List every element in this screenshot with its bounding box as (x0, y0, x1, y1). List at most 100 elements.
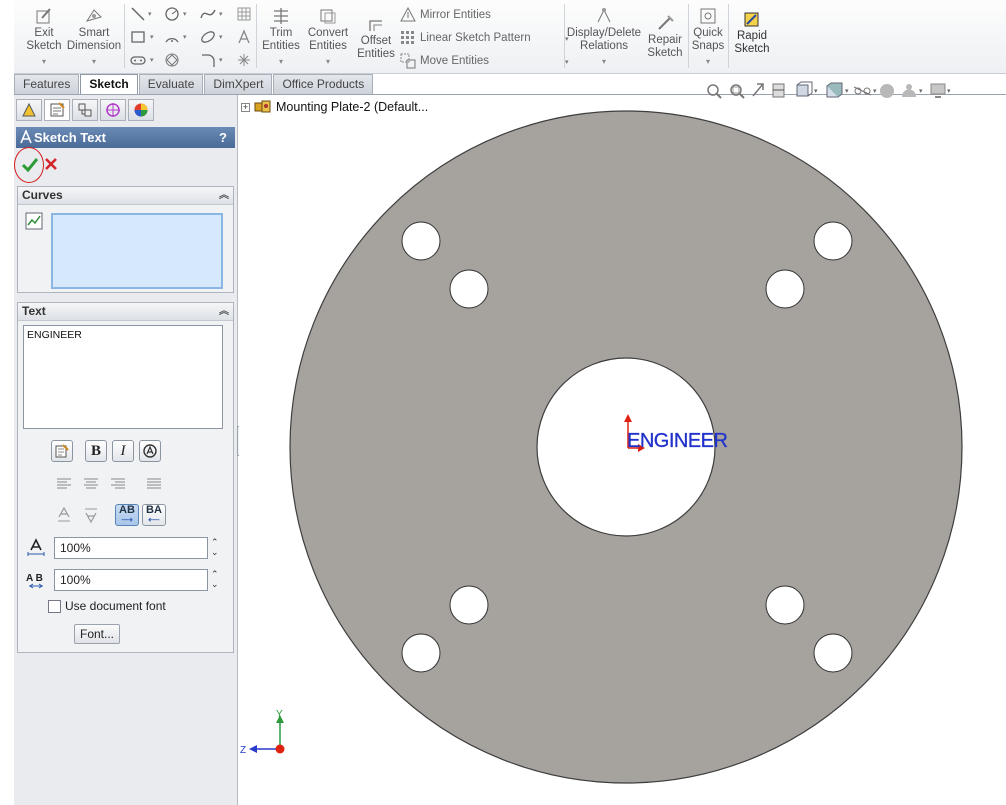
arc-tool-icon[interactable] (164, 29, 180, 45)
ribbon-separator (256, 4, 257, 68)
display-manager-tab[interactable] (128, 99, 154, 121)
move-entities-icon (400, 53, 416, 69)
move-entities-button[interactable]: Move Entities (400, 53, 489, 69)
view-settings-dropdown-icon[interactable]: ▾ (947, 88, 951, 95)
dimxpert-manager-tab[interactable] (100, 99, 126, 121)
flip-vertical-up-icon[interactable] (55, 506, 73, 524)
reference-triad: Y Z (240, 709, 285, 756)
graphics-area[interactable]: + Mounting Plate-2 (Default... ▾ ▾ ▾ ▾ ▾ (239, 81, 1006, 805)
align-center-icon[interactable] (83, 478, 99, 490)
grid-tool-icon[interactable] (236, 6, 252, 22)
convert-entities-button[interactable]: Convert Entities ▾ (304, 7, 352, 68)
rotate-button[interactable] (139, 440, 161, 462)
quick-snaps-label-2: Snaps (691, 40, 725, 52)
spacing-input[interactable]: 100% (54, 569, 208, 591)
ellipse-dropdown-icon[interactable]: ▾ (219, 33, 223, 41)
use-document-font-row[interactable]: Use document font (48, 599, 166, 613)
width-factor-spinner[interactable]: ⌃ ⌄ (211, 537, 219, 557)
smart-dimension-label-1: Smart (78, 27, 110, 39)
width-factor-input[interactable]: 100% (54, 537, 208, 559)
sketch-text-input[interactable]: ENGINEER (23, 325, 223, 429)
fillet-dropdown-icon[interactable]: ▾ (219, 56, 223, 64)
curves-group-header[interactable]: Curves ︽ (18, 187, 233, 205)
sketch-text-preview[interactable]: ENGINEER (627, 430, 728, 452)
cancel-x-icon[interactable] (44, 157, 58, 171)
tab-office-products[interactable]: Office Products (273, 74, 374, 94)
flip-reverse-label: BA (146, 504, 162, 516)
flip-horizontal-normal-button[interactable]: AB ⟶ (115, 504, 139, 526)
trim-entities-label-2: Entities (262, 40, 300, 52)
spline-dropdown-icon[interactable]: ▾ (219, 10, 223, 18)
configuration-manager-tab[interactable] (72, 99, 98, 121)
axis-z-label: Z (240, 745, 246, 756)
property-manager-tab[interactable] (44, 99, 70, 121)
linear-pattern-icon (401, 31, 414, 44)
view-orientation-icon[interactable] (796, 81, 813, 97)
exit-sketch-button[interactable]: Exit Sketch ▾ (22, 7, 66, 68)
hide-show-dropdown-icon[interactable]: ▾ (873, 88, 877, 95)
display-delete-relations-button[interactable]: Display/Delete Relations ▾ (566, 7, 642, 68)
spacing-spinner[interactable]: ⌃ ⌄ (211, 569, 219, 589)
rectangle-dropdown-icon[interactable]: ▾ (150, 33, 154, 41)
slot-tool-icon[interactable] (130, 52, 146, 68)
rapid-sketch-button[interactable]: Rapid Sketch (732, 10, 772, 56)
repair-sketch-label-2: Sketch (647, 47, 683, 59)
font-button[interactable]: Font... (74, 624, 120, 644)
flip-vertical-down-icon[interactable] (82, 506, 100, 524)
bold-button[interactable]: B (85, 440, 107, 462)
tab-dimxpert[interactable]: DimXpert (204, 74, 273, 94)
spline-tool-icon[interactable] (200, 6, 216, 22)
tab-evaluate[interactable]: Evaluate (138, 74, 204, 94)
mirror-entities-button[interactable]: Mirror Entities (400, 7, 491, 23)
display-style-dropdown-icon[interactable]: ▾ (845, 88, 849, 95)
arc-dropdown-icon[interactable]: ▾ (183, 33, 187, 41)
rectangle-tool-icon[interactable] (130, 29, 146, 45)
curves-selection-box[interactable] (51, 213, 223, 289)
line-tool-icon[interactable] (130, 6, 146, 22)
feature-manager-tab[interactable] (16, 99, 42, 121)
spacing-icon: A B (26, 573, 43, 589)
point-tool-icon[interactable] (236, 52, 252, 68)
polygon-tool-icon[interactable] (164, 52, 180, 68)
line-dropdown-icon[interactable]: ▾ (148, 10, 152, 18)
apply-scene-dropdown-icon[interactable]: ▾ (919, 88, 923, 95)
chevron-down-icon: ▾ (705, 57, 710, 66)
ellipse-tool-icon[interactable] (200, 29, 216, 45)
smart-dimension-button[interactable]: Smart Dimension ▾ (66, 7, 122, 68)
justify-icon[interactable] (146, 478, 162, 490)
help-icon[interactable]: ? (219, 127, 227, 148)
flip-horizontal-reverse-button[interactable]: BA ⟵ (142, 504, 166, 526)
bolt-hole[interactable] (449, 269, 489, 309)
bolt-hole[interactable] (765, 585, 805, 625)
bolt-hole[interactable] (813, 633, 853, 673)
hide-show-items-icon[interactable] (853, 86, 872, 96)
bolt-hole[interactable] (449, 585, 489, 625)
bolt-hole[interactable] (401, 633, 441, 673)
use-document-font-checkbox[interactable] (48, 599, 61, 613)
link-to-property-button[interactable] (51, 440, 73, 462)
italic-button[interactable]: I (112, 440, 134, 462)
circle-tool-icon[interactable] (164, 6, 180, 22)
collapse-icon[interactable]: ︽ (219, 303, 229, 320)
repair-sketch-button[interactable]: Repair Sketch (644, 14, 686, 60)
linear-sketch-pattern-button[interactable]: Linear Sketch Pattern (400, 30, 531, 46)
slot-dropdown-icon[interactable]: ▾ (150, 56, 154, 64)
trim-entities-button[interactable]: Trim Entities ▾ (258, 7, 304, 68)
bolt-hole[interactable] (813, 221, 853, 261)
exit-sketch-label-1: Exit (34, 27, 54, 39)
tab-sketch[interactable]: Sketch (80, 74, 138, 94)
offset-entities-button[interactable]: Offset Entities (354, 15, 398, 61)
align-left-icon[interactable] (56, 478, 72, 490)
tab-features[interactable]: Features (14, 74, 80, 94)
link-property-icon (55, 444, 69, 458)
bolt-hole[interactable] (401, 221, 441, 261)
circle-dropdown-icon[interactable]: ▾ (183, 10, 187, 18)
align-right-icon[interactable] (110, 478, 126, 490)
collapse-icon[interactable]: ︽ (219, 187, 229, 204)
text-tool-icon[interactable] (236, 29, 252, 45)
fillet-tool-icon[interactable] (200, 52, 216, 68)
text-group-header[interactable]: Text ︽ (18, 303, 233, 321)
quick-snaps-button[interactable]: Quick Snaps ▾ (690, 7, 726, 68)
view-orientation-dropdown-icon[interactable]: ▾ (814, 88, 818, 95)
bolt-hole[interactable] (765, 269, 805, 309)
